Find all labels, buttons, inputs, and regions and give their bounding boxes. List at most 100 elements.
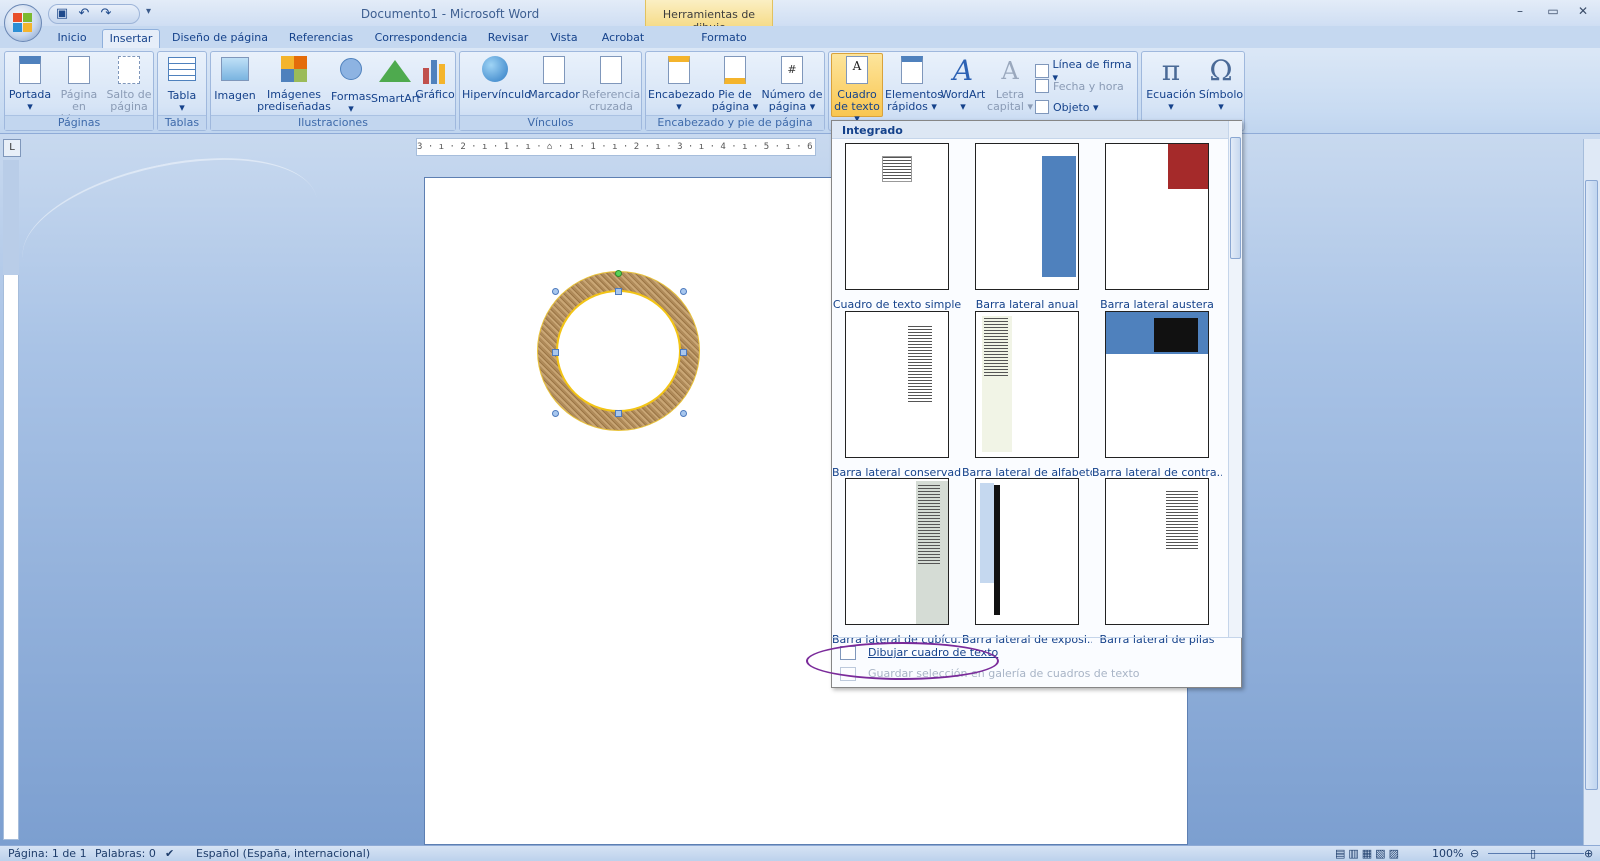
title-bar: ▣ ↶ ↷ ▾ Documento1 - Microsoft Word Herr… [0,0,1600,34]
imagenes-pred-label2: prediseñadas [257,100,331,113]
resize-handle-w[interactable] [552,349,559,356]
shapes-icon [340,58,362,80]
resize-handle-e[interactable] [680,349,687,356]
referencia-cruzada-button[interactable]: Referencia cruzada [580,54,642,113]
preview-text-column [984,318,1008,376]
encabezado-button[interactable]: Encabezado ▾ [648,54,715,113]
view-buttons-icon[interactable]: ▤▥▦▧▨ [1335,847,1402,860]
quick-access-toolbar: ▣ ↶ ↷ [48,4,140,24]
tab-insertar[interactable]: Insertar [102,29,160,48]
pie-pagina-button[interactable]: Pie de página ▾ [710,54,760,113]
page-break-icon [118,56,140,84]
tab-vista[interactable]: Vista [545,29,583,48]
imagen-button[interactable]: Imagen [213,54,257,102]
encabezado-arrow: ▾ [676,100,682,113]
salto-pagina-button[interactable]: Salto de página [105,54,153,113]
gallery-item[interactable]: Barra lateral de exposi... [962,478,1092,646]
textbox-preview [1105,143,1209,290]
donut-shape-hole [556,290,681,412]
gallery-item[interactable]: Barra lateral conservad... [832,311,962,479]
grafico-button[interactable]: Gráfico [415,54,455,101]
tab-formato[interactable]: Formato [690,29,758,48]
fecha-hora-button[interactable]: Fecha y hora [1035,79,1124,93]
restore-button[interactable]: ▭ [1543,4,1563,18]
objeto-label: Objeto ▾ [1053,100,1099,114]
gallery-item[interactable]: Barra lateral austera [1092,143,1222,311]
portada-button[interactable]: Portada ▾ [7,54,53,113]
proofing-icon[interactable]: ✔ [165,847,174,860]
tab-referencias[interactable]: Referencias [284,29,358,48]
objeto-button[interactable]: Objeto ▾ [1035,100,1099,114]
referencia-label2: cruzada [589,100,633,113]
window-title: Documento1 - Microsoft Word [360,7,540,21]
save-icon[interactable]: ▣ [55,7,69,21]
hipervinculo-button[interactable]: Hipervínculo [462,54,531,101]
tab-inicio[interactable]: Inicio [51,29,93,48]
drop-cap-icon: A [1001,57,1019,85]
status-page[interactable]: Página: 1 de 1 [8,847,87,860]
status-zoom[interactable]: 100% [1432,847,1463,860]
gallery-item[interactable]: Barra lateral de cubícu... [832,478,962,646]
status-words[interactable]: Palabras: 0 [95,847,156,860]
simbolo-button[interactable]: Ω Símbolo ▾ [1198,54,1244,113]
status-language[interactable]: Español (España, internacional) [196,847,370,860]
undo-icon[interactable]: ↶ [77,7,91,21]
ecuacion-button[interactable]: π Ecuación ▾ [1144,54,1198,113]
textbox-preview [1105,478,1209,625]
elementos-rapidos-button[interactable]: Elementos rápidos ▾ [885,54,943,113]
rotation-handle[interactable] [615,270,622,277]
wordart-button[interactable]: A WordArt ▾ [939,54,987,113]
zoom-out-icon[interactable]: ⊖ [1470,847,1479,860]
cuadro-texto-button[interactable]: A Cuadro de texto ▾ [831,53,883,125]
globe-link-icon [482,56,508,82]
tab-diseno-pagina[interactable]: Diseño de página [170,29,270,48]
group-encabezado-pie: Encabezado ▾ Pie de página ▾ # Número de… [645,51,825,131]
gallery-item[interactable]: Barra lateral anual [962,143,1092,311]
office-button[interactable] [4,4,42,42]
redo-icon[interactable]: ↷ [99,7,113,21]
tab-acrobat[interactable]: Acrobat [598,29,648,48]
smartart-icon [379,60,411,82]
close-button[interactable]: ✕ [1573,4,1593,18]
zoom-slider-thumb[interactable]: ▯ [1530,847,1536,860]
customize-qat-icon[interactable]: ▾ [146,6,151,17]
marcador-button[interactable]: Marcador [528,54,580,101]
smartart-button[interactable]: SmartArt [371,54,421,105]
resize-handle-ne[interactable] [680,288,687,295]
letra-capital-button[interactable]: A Letra capital ▾ [987,54,1033,113]
formas-arrow: ▾ [348,102,354,115]
vertical-ruler-margin [3,160,19,275]
office-logo-icon [13,13,33,33]
tab-revisar[interactable]: Revisar [484,29,532,48]
gallery-item-label: Barra lateral austera [1100,298,1214,311]
vertical-scrollbar-thumb[interactable] [1585,180,1598,790]
minimize-button[interactable]: – [1510,4,1530,18]
imagen-label: Imagen [214,89,256,102]
gallery-scrollbar-thumb[interactable] [1230,137,1241,259]
gallery-item[interactable]: Cuadro de texto simple [832,143,962,311]
imagenes-prediseñadas-button[interactable]: Imágenes prediseñadas [257,54,331,113]
tab-correspondencia[interactable]: Correspondencia [372,29,470,48]
resize-handle-n[interactable] [615,288,622,295]
textbox-preview [1105,311,1209,458]
zoom-in-icon[interactable]: ⊕ [1584,847,1593,860]
gallery-header: Integrado [832,121,1230,139]
horizontal-ruler[interactable]: 3 · ı · 2 · ı · 1 · ı · ⌂ · ı · 1 · ı · … [416,138,816,156]
gallery-item[interactable]: Barra lateral de contra... [1092,311,1222,479]
tab-selector-icon[interactable]: L [3,139,21,157]
gallery-item[interactable]: Barra lateral de alfabeto [962,311,1092,479]
resize-handle-s[interactable] [615,410,622,417]
resize-handle-se[interactable] [680,410,687,417]
gallery-item[interactable]: Barra lateral de pilas [1092,478,1222,646]
grafico-label: Gráfico [415,88,455,101]
numero-pagina-label2: página ▾ [768,100,816,113]
formas-button[interactable]: Formas ▾ [331,54,371,115]
numero-pagina-button[interactable]: # Número de página ▾ [760,54,824,113]
resize-handle-nw[interactable] [552,288,559,295]
textbox-preview [975,478,1079,625]
resize-handle-sw[interactable] [552,410,559,417]
preview-text-column [1166,491,1198,549]
pie-pagina-label2: página ▾ [711,100,759,113]
page-number-icon: # [781,56,803,84]
tabla-button[interactable]: Tabla ▾ [160,54,204,114]
